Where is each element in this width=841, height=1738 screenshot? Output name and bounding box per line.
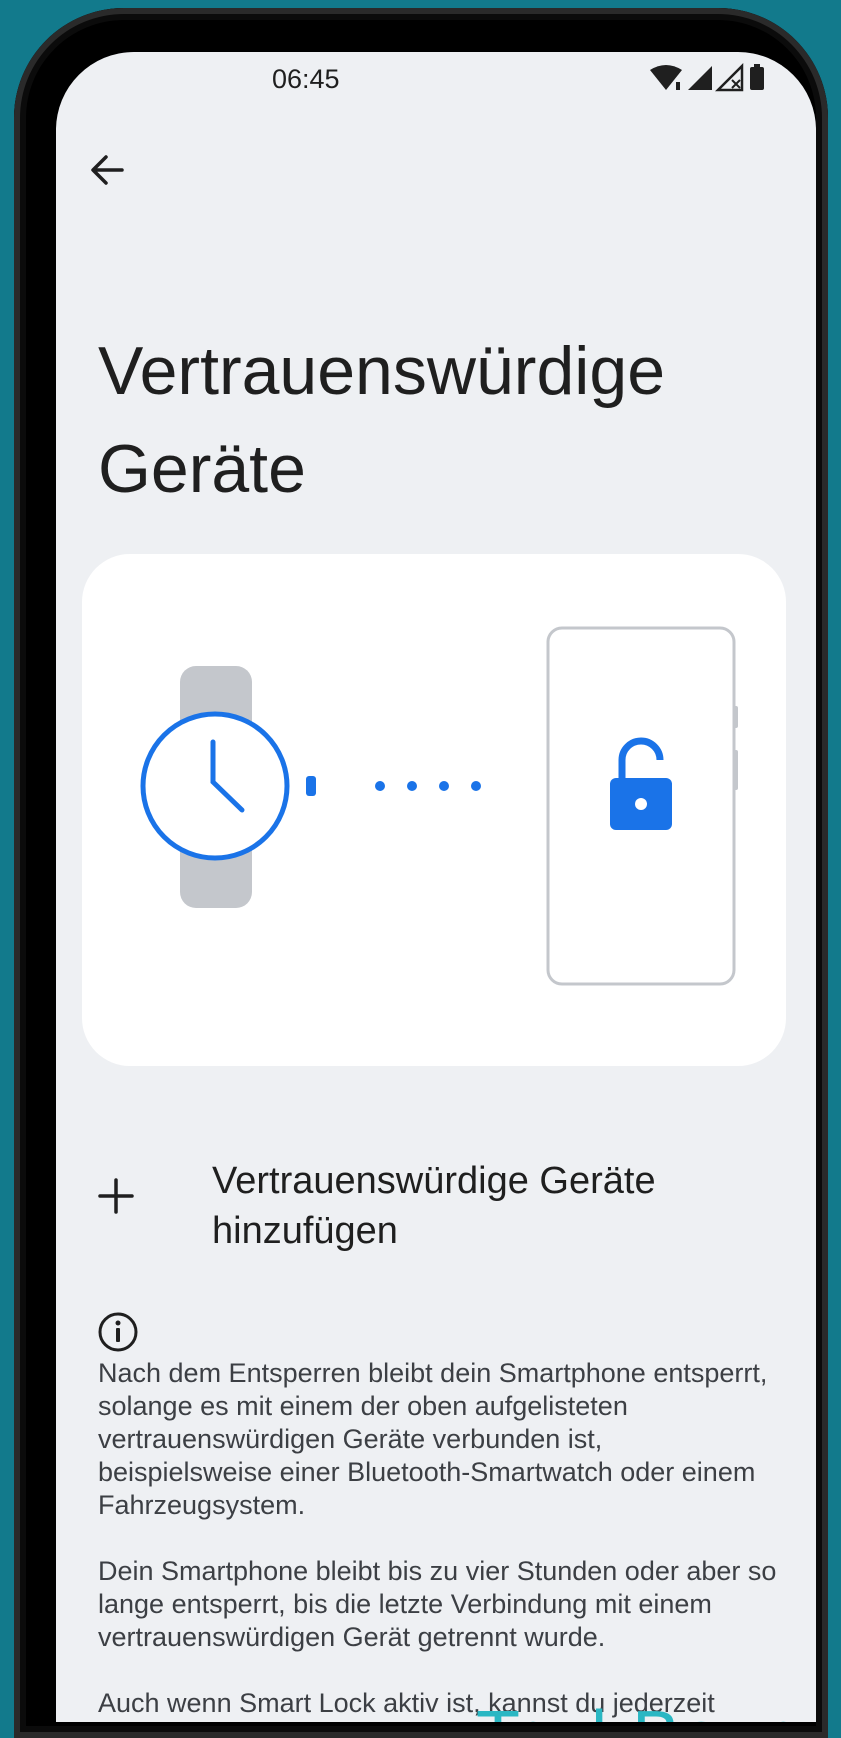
status-bar: 06:45 xyxy=(56,52,816,112)
phone-unlocked-icon xyxy=(546,626,738,986)
status-icons xyxy=(648,62,772,103)
illustration-card xyxy=(82,554,786,1066)
cell-signal-no-service-icon xyxy=(714,62,744,92)
wifi-icon xyxy=(650,65,682,90)
techbone-watermark: TechBone xyxy=(476,1697,804,1722)
smartwatch-icon xyxy=(140,666,316,908)
page-title: Vertrauenswürdige Geräte xyxy=(98,333,666,507)
info-paragraph-2: Dein Smartphone bleibt bis zu vier Stund… xyxy=(98,1556,777,1652)
battery-icon xyxy=(750,64,764,90)
connection-dots xyxy=(375,781,481,791)
plus-icon xyxy=(98,1178,134,1214)
info-icon xyxy=(98,1312,138,1352)
back-button[interactable] xyxy=(80,142,136,198)
status-time: 06:45 xyxy=(272,64,340,94)
info-paragraph-1: Nach dem Entsperren bleibt dein Smartpho… xyxy=(98,1358,768,1520)
arrow-left-icon xyxy=(91,155,124,185)
cell-signal-icon xyxy=(688,66,712,90)
add-trusted-device-label: Vertrauenswürdige Geräte hinzufügen xyxy=(212,1160,656,1252)
add-trusted-device-button[interactable]: Vertrauenswürdige Geräte hinzufügen xyxy=(56,1140,816,1260)
info-description: Nach dem Entsperren bleibt dein Smartpho… xyxy=(98,1357,778,1722)
screen: 06:45 Vertrauenswürdige Geräte Vertrauen… xyxy=(56,52,816,1722)
